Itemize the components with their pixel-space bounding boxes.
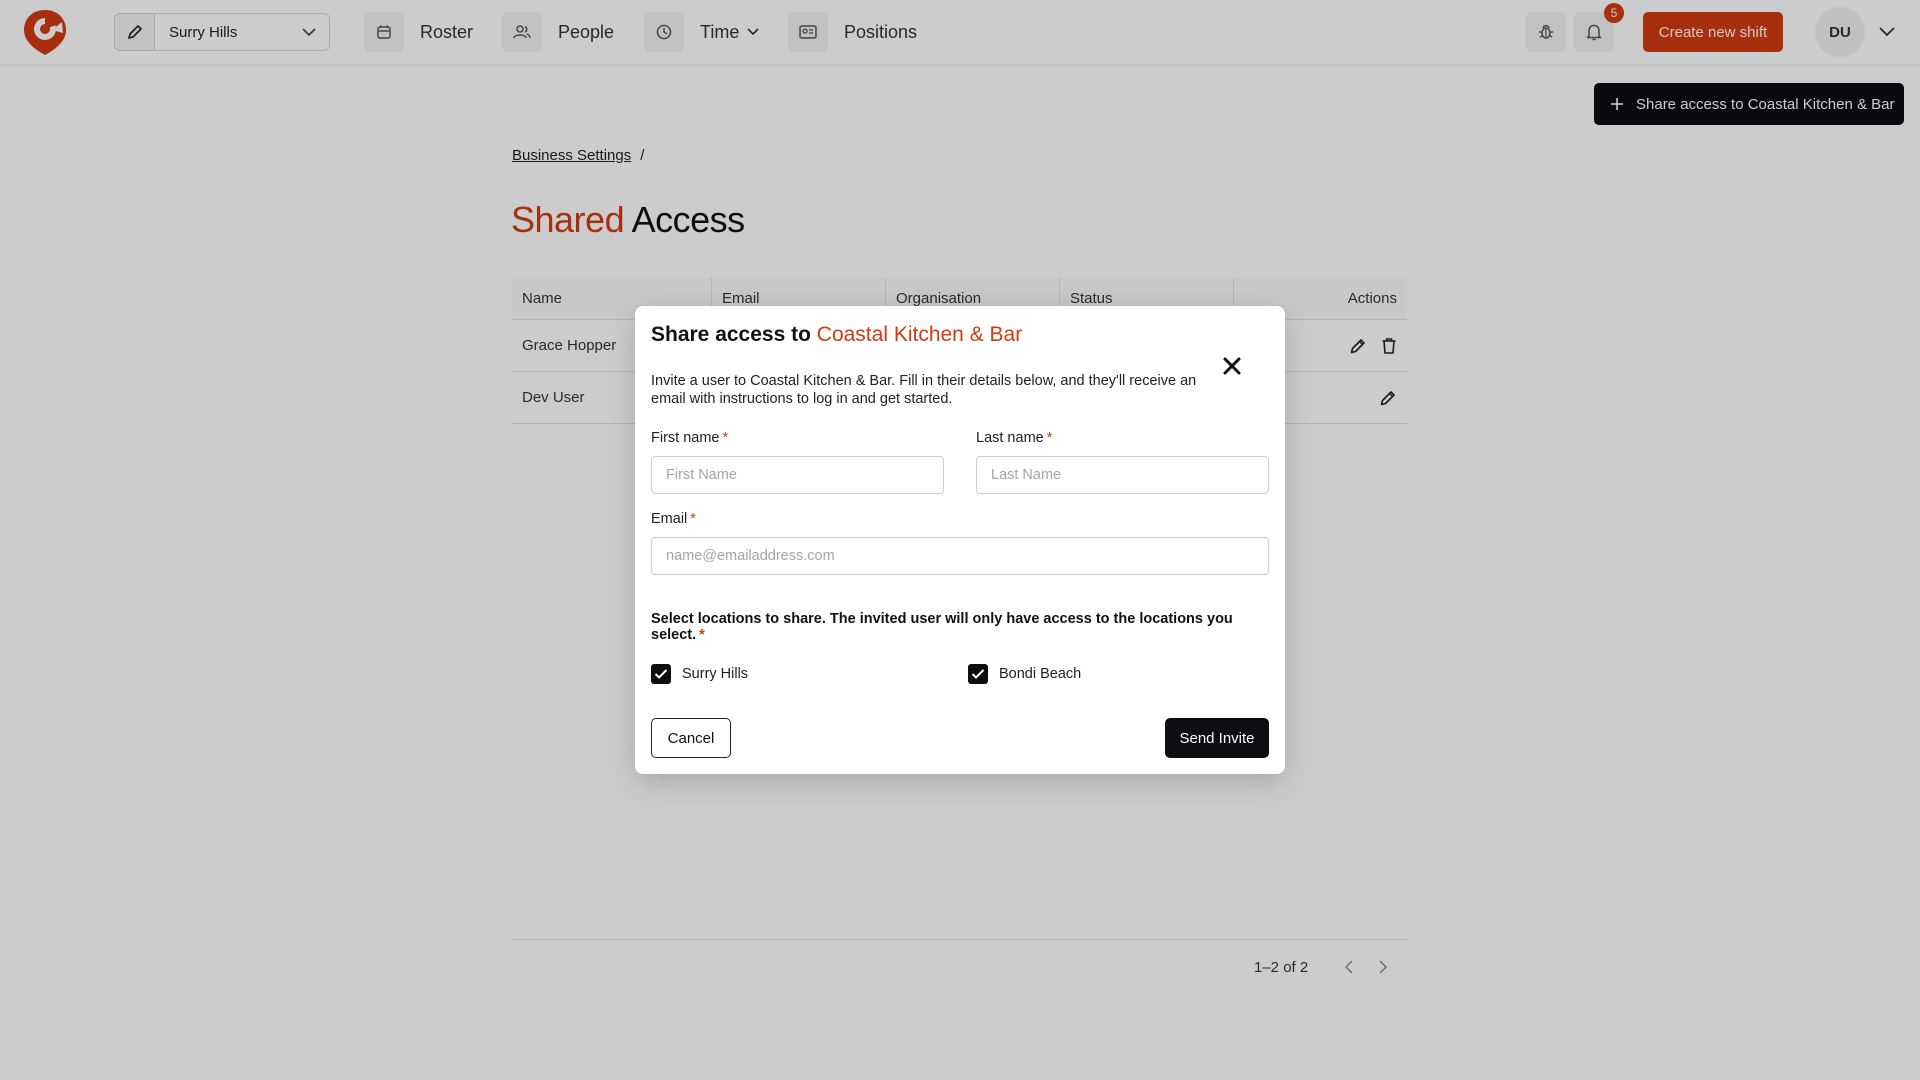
required-marker: * xyxy=(699,627,705,643)
last-name-label-text: Last name xyxy=(976,430,1044,446)
modal-description: Invite a user to Coastal Kitchen & Bar. … xyxy=(651,373,1197,407)
required-marker: * xyxy=(690,511,696,527)
checkbox-checked-icon[interactable] xyxy=(651,664,671,684)
location-checkbox-bondi-beach[interactable]: Bondi Beach xyxy=(968,664,1081,684)
share-access-modal: Share access to Coastal Kitchen & Bar In… xyxy=(635,306,1285,774)
last-name-label: Last name * xyxy=(976,430,1052,446)
first-name-label-text: First name xyxy=(651,430,720,446)
location-checkbox-label: Surry Hills xyxy=(682,666,749,682)
send-invite-button[interactable]: Send Invite xyxy=(1165,718,1269,758)
cancel-button[interactable]: Cancel xyxy=(651,718,731,758)
locations-note-text: Select locations to share. The invited u… xyxy=(651,611,1233,643)
email-input[interactable] xyxy=(651,537,1269,575)
email-label: Email * xyxy=(651,511,696,527)
modal-title-prefix: Share access to xyxy=(651,323,811,346)
required-marker: * xyxy=(1046,430,1053,446)
checkbox-checked-icon[interactable] xyxy=(968,664,988,684)
location-checkbox-label: Bondi Beach xyxy=(999,666,1082,682)
last-name-input[interactable] xyxy=(976,456,1269,494)
required-marker: * xyxy=(722,430,729,446)
modal-title: Share access to Coastal Kitchen & Bar xyxy=(651,323,1022,347)
locations-note: Select locations to share. The invited u… xyxy=(651,611,1285,643)
first-name-label: First name * xyxy=(651,430,728,446)
modal-title-business: Coastal Kitchen & Bar xyxy=(816,323,1023,346)
email-label-text: Email xyxy=(651,511,688,527)
first-name-input[interactable] xyxy=(651,456,944,494)
location-checkbox-surry-hills[interactable]: Surry Hills xyxy=(651,664,748,684)
